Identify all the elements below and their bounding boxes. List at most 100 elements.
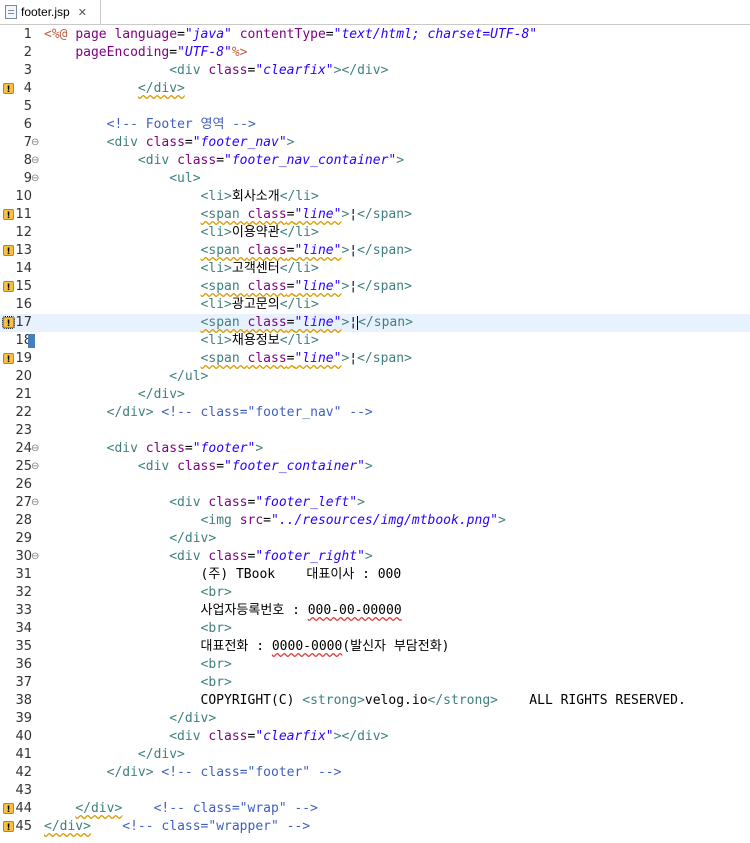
fold-toggle-icon[interactable]: ⊖ bbox=[31, 152, 39, 170]
code-line[interactable]: 27 ⊖ <div class="footer_left"> bbox=[0, 494, 750, 512]
code-token: <li> bbox=[200, 333, 232, 348]
code-line[interactable]: 36 <br> bbox=[0, 656, 750, 674]
code-editor[interactable]: 1 <%@ page language="java" contentType="t… bbox=[0, 25, 750, 843]
code-line[interactable]: 29 </div> bbox=[0, 530, 750, 548]
code-line[interactable]: 13 <span class="line">¦</span> bbox=[0, 242, 750, 261]
code-line[interactable]: 20 </ul> bbox=[0, 368, 750, 386]
code-line[interactable]: 24 ⊖ <div class="footer"> bbox=[0, 440, 750, 458]
code-token: <div bbox=[137, 459, 178, 474]
line-number: 43 bbox=[15, 783, 32, 798]
code-token: <!-- class="footer_nav" --> bbox=[161, 405, 373, 420]
tab-label: footer.jsp bbox=[21, 5, 70, 19]
code-token: class bbox=[247, 315, 287, 330]
code-token: "footer_left" bbox=[255, 495, 358, 510]
code-line[interactable]: 43 bbox=[0, 782, 750, 800]
code-line[interactable]: 9 ⊖ <ul> bbox=[0, 170, 750, 188]
code-line[interactable]: 2 pageEncoding="UTF-8"%> bbox=[0, 44, 750, 62]
code-line[interactable]: 17 <span class="line">¦</span> bbox=[0, 314, 750, 333]
code-line[interactable]: 10 <li>회사소개</li> bbox=[0, 188, 750, 206]
line-number: 5 bbox=[23, 99, 32, 114]
code-token: </strong> bbox=[427, 693, 498, 708]
code-token: <div bbox=[106, 135, 146, 150]
code-line[interactable]: 11 <span class="line">¦</span> bbox=[0, 206, 750, 225]
code-line[interactable]: 23 bbox=[0, 422, 750, 440]
code-line[interactable]: 26 bbox=[0, 476, 750, 494]
fold-toggle-icon[interactable]: ⊖ bbox=[31, 170, 39, 188]
code-text: </div> <!-- class="footer_nav" --> bbox=[44, 404, 373, 422]
tab-footer-jsp[interactable]: footer.jsp ✕ bbox=[0, 0, 101, 24]
code-line[interactable]: 44 </div> <!-- class="wrap" --> bbox=[0, 800, 750, 819]
code-text: <li>채용정보</li> bbox=[44, 332, 319, 350]
code-line[interactable]: 1 <%@ page language="java" contentType="t… bbox=[0, 26, 750, 44]
code-line[interactable]: 14 <li>고객센터</li> bbox=[0, 260, 750, 278]
code-token: ALL RIGHTS RESERVED. bbox=[497, 693, 686, 708]
code-line[interactable]: 35 대표전화 : 0000-0000(발신자 부담전화) bbox=[0, 638, 750, 656]
code-line[interactable]: 33 사업자등록번호 : 000-00-00000 bbox=[0, 602, 750, 620]
code-token: <span bbox=[200, 351, 248, 366]
code-text: pageEncoding="UTF-8"%> bbox=[44, 44, 247, 62]
code-line[interactable]: 8 ⊖ <div class="footer_nav_container"> bbox=[0, 152, 750, 170]
code-token: class bbox=[177, 153, 217, 168]
code-token: </div> bbox=[169, 711, 217, 726]
code-token: </li> bbox=[279, 333, 319, 348]
line-number: 27 bbox=[15, 495, 32, 510]
code-line[interactable]: 40 <div class="clearfix"></div> bbox=[0, 728, 750, 746]
fold-toggle-icon[interactable]: ⊖ bbox=[31, 440, 39, 458]
code-token: </div> bbox=[169, 531, 217, 546]
code-token: <img bbox=[200, 513, 240, 528]
code-text: <span class="line">¦</span> bbox=[44, 350, 412, 368]
code-token: <br> bbox=[200, 657, 232, 672]
code-line[interactable]: 39 </div> bbox=[0, 710, 750, 728]
code-line[interactable]: 30 ⊖ <div class="footer_right"> bbox=[0, 548, 750, 566]
code-line[interactable]: 19 <span class="line">¦</span> bbox=[0, 350, 750, 369]
code-text: <span class="line">¦</span> bbox=[44, 242, 412, 260]
code-token: </span> bbox=[358, 315, 413, 330]
code-token: 000-00-00000 bbox=[307, 603, 402, 618]
code-line[interactable]: 38 COPYRIGHT(C) <strong>velog.io</strong… bbox=[0, 692, 750, 710]
change-marker-icon bbox=[28, 334, 35, 348]
code-line[interactable]: 5 bbox=[0, 98, 750, 116]
code-line[interactable]: 42 </div> <!-- class="footer" --> bbox=[0, 764, 750, 782]
line-number: 15 bbox=[15, 279, 32, 294]
code-line[interactable]: 31 (주) TBook 대표이사 : 000 bbox=[0, 566, 750, 584]
code-text: </div> bbox=[44, 530, 216, 548]
line-number: 14 bbox=[15, 261, 32, 276]
code-line[interactable]: 12 <li>이용약관</li> bbox=[0, 224, 750, 242]
line-number: 8 bbox=[23, 153, 32, 168]
code-token: <div bbox=[137, 153, 178, 168]
code-line[interactable]: 41 </div> bbox=[0, 746, 750, 764]
code-line[interactable]: 37 <br> bbox=[0, 674, 750, 692]
code-line[interactable]: 25 ⊖ <div class="footer_container"> bbox=[0, 458, 750, 476]
code-token: <div bbox=[169, 63, 209, 78]
code-line[interactable]: 18 <li>채용정보</li> bbox=[0, 332, 750, 350]
fold-toggle-icon[interactable]: ⊖ bbox=[31, 134, 39, 152]
code-line[interactable]: 6 <!-- Footer 영역 --> bbox=[0, 116, 750, 134]
code-text: <div class="footer_nav_container"> bbox=[44, 152, 404, 170]
code-line[interactable]: 16 <li>광고문의</li> bbox=[0, 296, 750, 314]
code-token: <br> bbox=[200, 675, 232, 690]
close-icon[interactable]: ✕ bbox=[78, 6, 87, 19]
fold-toggle-icon[interactable]: ⊖ bbox=[31, 458, 39, 476]
code-token: = bbox=[177, 27, 185, 42]
code-text: <br> bbox=[44, 620, 232, 638]
code-token: class bbox=[247, 279, 287, 294]
code-line[interactable]: 45 </div> <!-- class="wrapper" --> bbox=[0, 818, 750, 837]
fold-toggle-icon[interactable]: ⊖ bbox=[31, 494, 39, 512]
code-line[interactable]: 4 </div> bbox=[0, 80, 750, 99]
fold-toggle-icon[interactable]: ⊖ bbox=[31, 548, 39, 566]
code-line[interactable]: 15 <span class="line">¦</span> bbox=[0, 278, 750, 297]
code-line[interactable]: 21 </div> bbox=[0, 386, 750, 404]
code-token: <li> bbox=[200, 189, 232, 204]
code-line[interactable]: 7 ⊖ <div class="footer_nav"> bbox=[0, 134, 750, 152]
code-line[interactable]: 3 <div class="clearfix"></div> bbox=[0, 62, 750, 80]
code-line[interactable]: 34 <br> bbox=[0, 620, 750, 638]
code-line[interactable]: 22 </div> <!-- class="footer_nav" --> bbox=[0, 404, 750, 422]
code-line[interactable]: 28 <img src="../resources/img/mtbook.png… bbox=[0, 512, 750, 530]
code-line[interactable]: 32 <br> bbox=[0, 584, 750, 602]
